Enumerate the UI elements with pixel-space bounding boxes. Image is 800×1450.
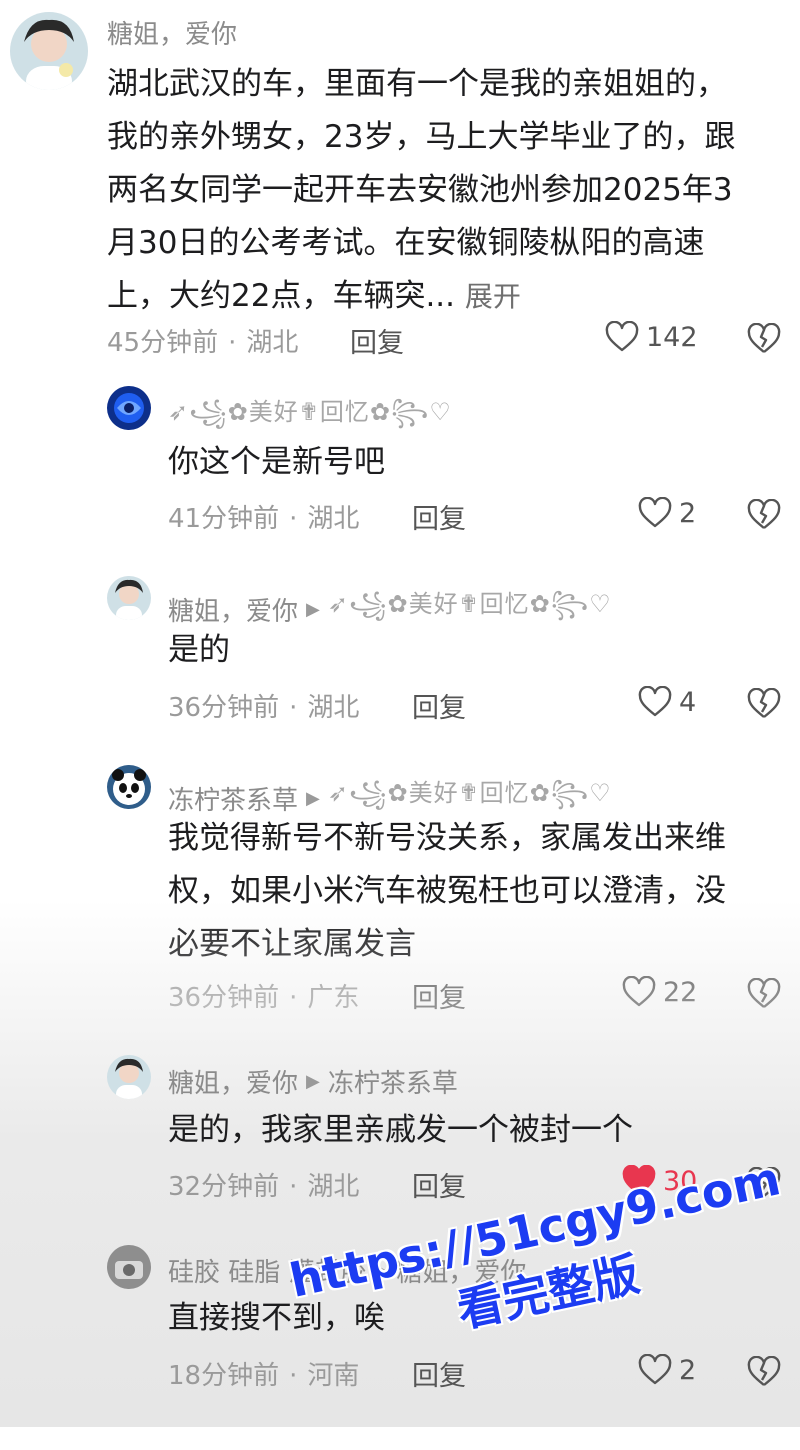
comment-time: 36分钟前 <box>168 693 280 723</box>
comment-meta: 32分钟前 · 湖北 <box>168 1166 359 1203</box>
avatar[interactable] <box>107 765 151 809</box>
comment-username[interactable]: ➶꧁✿美好✟回忆✿꧂♡ <box>168 392 452 442</box>
comment-line: 我觉得新号不新号没关系，家属发出来维 <box>168 820 726 856</box>
comment-location: 湖北 <box>307 1172 360 1202</box>
comment-meta: 45分钟前 · 湖北 <box>107 322 298 359</box>
comment-location: 湖北 <box>246 328 299 358</box>
reply-button[interactable]: 回复 <box>412 686 466 725</box>
comment-location: 湖北 <box>307 504 360 534</box>
triangle-right-icon: ▶ <box>306 787 320 809</box>
reply-button[interactable]: 回复 <box>412 1165 466 1204</box>
comment-time: 32分钟前 <box>168 1172 280 1202</box>
comment-time: 41分钟前 <box>168 504 280 534</box>
comment-line: 两名女同学一起开车去安徽池州参加2025年3 <box>107 172 733 208</box>
comment-line: 上，大约22点，车辆突... 展开 <box>107 270 787 323</box>
comment-line: 湖北武汉的车，里面有一个是我的亲姐姐的， <box>107 66 727 102</box>
reply-button[interactable]: 回复 <box>412 497 466 536</box>
comment-meta: 36分钟前 · 湖北 <box>168 687 359 724</box>
reply-button[interactable]: 回复 <box>412 976 466 1015</box>
comment-time: 36分钟前 <box>168 983 280 1013</box>
like-count: 22 <box>663 976 698 1008</box>
comment-text: 湖北武汉的车，里面有一个是我的亲姐姐的， 我的亲外甥女，23岁，马上大学毕业了的… <box>107 58 787 323</box>
meta-separator: · <box>228 328 237 358</box>
like-button[interactable]: 142 <box>604 321 698 353</box>
meta-separator: · <box>289 1361 298 1391</box>
heart-outline-icon <box>638 497 672 528</box>
like-button[interactable]: 22 <box>621 976 697 1008</box>
like-button[interactable]: 4 <box>637 686 696 718</box>
like-count: 142 <box>646 321 698 353</box>
comment-time: 18分钟前 <box>168 1361 280 1391</box>
username-text[interactable]: 糖姐，爱你 <box>107 14 237 51</box>
like-count: 2 <box>679 497 697 529</box>
reply-to-username[interactable]: ➶꧁✿美好✟回忆✿꧂♡ <box>328 584 612 634</box>
broken-heart-icon[interactable] <box>746 499 782 531</box>
heart-outline-icon <box>605 321 639 352</box>
broken-heart-icon[interactable] <box>746 323 782 355</box>
username-text[interactable]: 糖姐，爱你 <box>168 591 298 628</box>
comment-line: 我的亲外甥女，23岁，马上大学毕业了的，跟 <box>107 119 736 155</box>
broken-heart-icon[interactable] <box>746 688 782 720</box>
meta-separator: · <box>289 693 298 723</box>
reply-to-username[interactable]: 冻柠茶系草 <box>328 1063 458 1100</box>
meta-separator: · <box>289 504 298 534</box>
comment-username[interactable]: 糖姐，爱你 ▶ ➶꧁✿美好✟回忆✿꧂♡ <box>168 584 612 634</box>
reply-button[interactable]: 回复 <box>350 321 404 360</box>
meta-separator: · <box>289 983 298 1013</box>
username-text[interactable]: 冻柠茶系草 <box>168 780 298 817</box>
watermark: https://51cgy9.com 看完整版 <box>285 1150 800 1450</box>
username-text[interactable]: 糖姐，爱你 <box>168 1063 298 1100</box>
like-count: 4 <box>679 686 697 718</box>
comment-line: 月30日的公考考试。在安徽铜陵枞阳的高速 <box>107 225 705 261</box>
triangle-right-icon: ▶ <box>306 1071 320 1092</box>
comment-line: 必要不让家属发言 <box>168 926 416 962</box>
username-text[interactable]: ➶꧁✿美好✟回忆✿꧂♡ <box>168 392 452 442</box>
comment-meta: 41分钟前 · 湖北 <box>168 498 359 535</box>
comment-text: 我觉得新号不新号没关系，家属发出来维 权，如果小米汽车被冤枉也可以澄清，没 必要… <box>168 812 778 971</box>
comment-location: 广东 <box>307 983 360 1013</box>
comment-text: 是的 <box>168 632 230 668</box>
comment-text: 你这个是新号吧 <box>168 444 385 480</box>
avatar[interactable] <box>10 12 88 90</box>
comment-time: 45分钟前 <box>107 328 219 358</box>
broken-heart-icon[interactable] <box>746 978 782 1010</box>
comment-text: 是的，我家里亲戚发一个被封一个 <box>168 1112 633 1148</box>
expand-link[interactable]: 展开 <box>465 280 521 313</box>
avatar[interactable] <box>107 386 151 430</box>
heart-outline-icon <box>638 686 672 717</box>
comment-username[interactable]: 糖姐，爱你 ▶ 冻柠茶系草 <box>168 1063 458 1100</box>
heart-outline-icon <box>622 976 656 1007</box>
like-button[interactable]: 2 <box>637 497 696 529</box>
meta-separator: · <box>289 1172 298 1202</box>
comment-meta: 36分钟前 · 广东 <box>168 977 359 1014</box>
broken-heart-icon[interactable] <box>746 1356 782 1388</box>
comment-username[interactable]: 糖姐，爱你 <box>107 14 237 51</box>
comment-location: 湖北 <box>307 693 360 723</box>
avatar[interactable] <box>107 576 151 620</box>
comment-line: 权，如果小米汽车被冤枉也可以澄清，没 <box>168 873 726 909</box>
triangle-right-icon: ▶ <box>306 598 320 620</box>
comment-line-text: 上，大约22点，车辆突... <box>107 278 456 314</box>
avatar[interactable] <box>107 1055 151 1099</box>
avatar[interactable] <box>107 1245 151 1289</box>
